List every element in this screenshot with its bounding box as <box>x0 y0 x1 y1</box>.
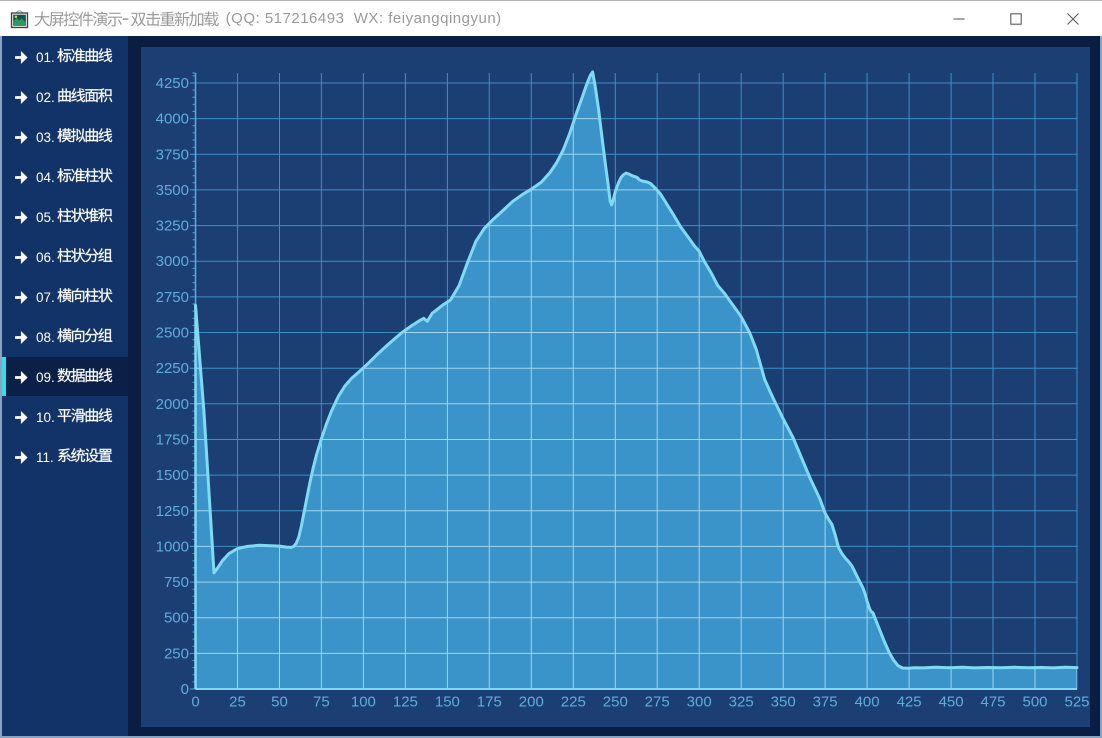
svg-text:3000: 3000 <box>156 253 189 270</box>
svg-text:25: 25 <box>229 694 246 711</box>
svg-text:2000: 2000 <box>156 396 189 413</box>
svg-text:525: 525 <box>1064 694 1089 711</box>
svg-text:75: 75 <box>313 694 330 711</box>
svg-text:1500: 1500 <box>156 467 189 484</box>
svg-text:100: 100 <box>351 694 376 711</box>
svg-text:2750: 2750 <box>156 289 189 306</box>
svg-text:4000: 4000 <box>156 111 189 128</box>
svg-text:250: 250 <box>603 694 628 711</box>
svg-text:400: 400 <box>855 694 880 711</box>
svg-text:2250: 2250 <box>156 360 189 377</box>
svg-text:125: 125 <box>393 694 418 711</box>
svg-text:3750: 3750 <box>156 146 189 163</box>
svg-text:4250: 4250 <box>156 75 189 92</box>
svg-text:1000: 1000 <box>156 538 189 555</box>
svg-text:425: 425 <box>897 694 922 711</box>
svg-text:0: 0 <box>181 681 189 698</box>
svg-text:750: 750 <box>164 574 189 591</box>
svg-text:3500: 3500 <box>156 182 189 199</box>
svg-text:1750: 1750 <box>156 432 189 449</box>
svg-text:275: 275 <box>645 694 670 711</box>
svg-text:2500: 2500 <box>156 325 189 342</box>
svg-text:450: 450 <box>939 694 964 711</box>
svg-text:500: 500 <box>1022 694 1047 711</box>
svg-text:150: 150 <box>435 694 460 711</box>
svg-text:50: 50 <box>271 694 288 711</box>
svg-text:250: 250 <box>164 645 189 662</box>
svg-text:500: 500 <box>164 610 189 627</box>
svg-text:300: 300 <box>687 694 712 711</box>
svg-text:0: 0 <box>191 694 199 711</box>
svg-text:200: 200 <box>519 694 544 711</box>
svg-text:375: 375 <box>813 694 838 711</box>
svg-text:225: 225 <box>561 694 586 711</box>
svg-text:475: 475 <box>980 694 1005 711</box>
svg-text:175: 175 <box>477 694 502 711</box>
svg-text:1250: 1250 <box>156 503 189 520</box>
svg-text:3250: 3250 <box>156 218 189 235</box>
svg-text:325: 325 <box>729 694 754 711</box>
svg-text:350: 350 <box>771 694 796 711</box>
